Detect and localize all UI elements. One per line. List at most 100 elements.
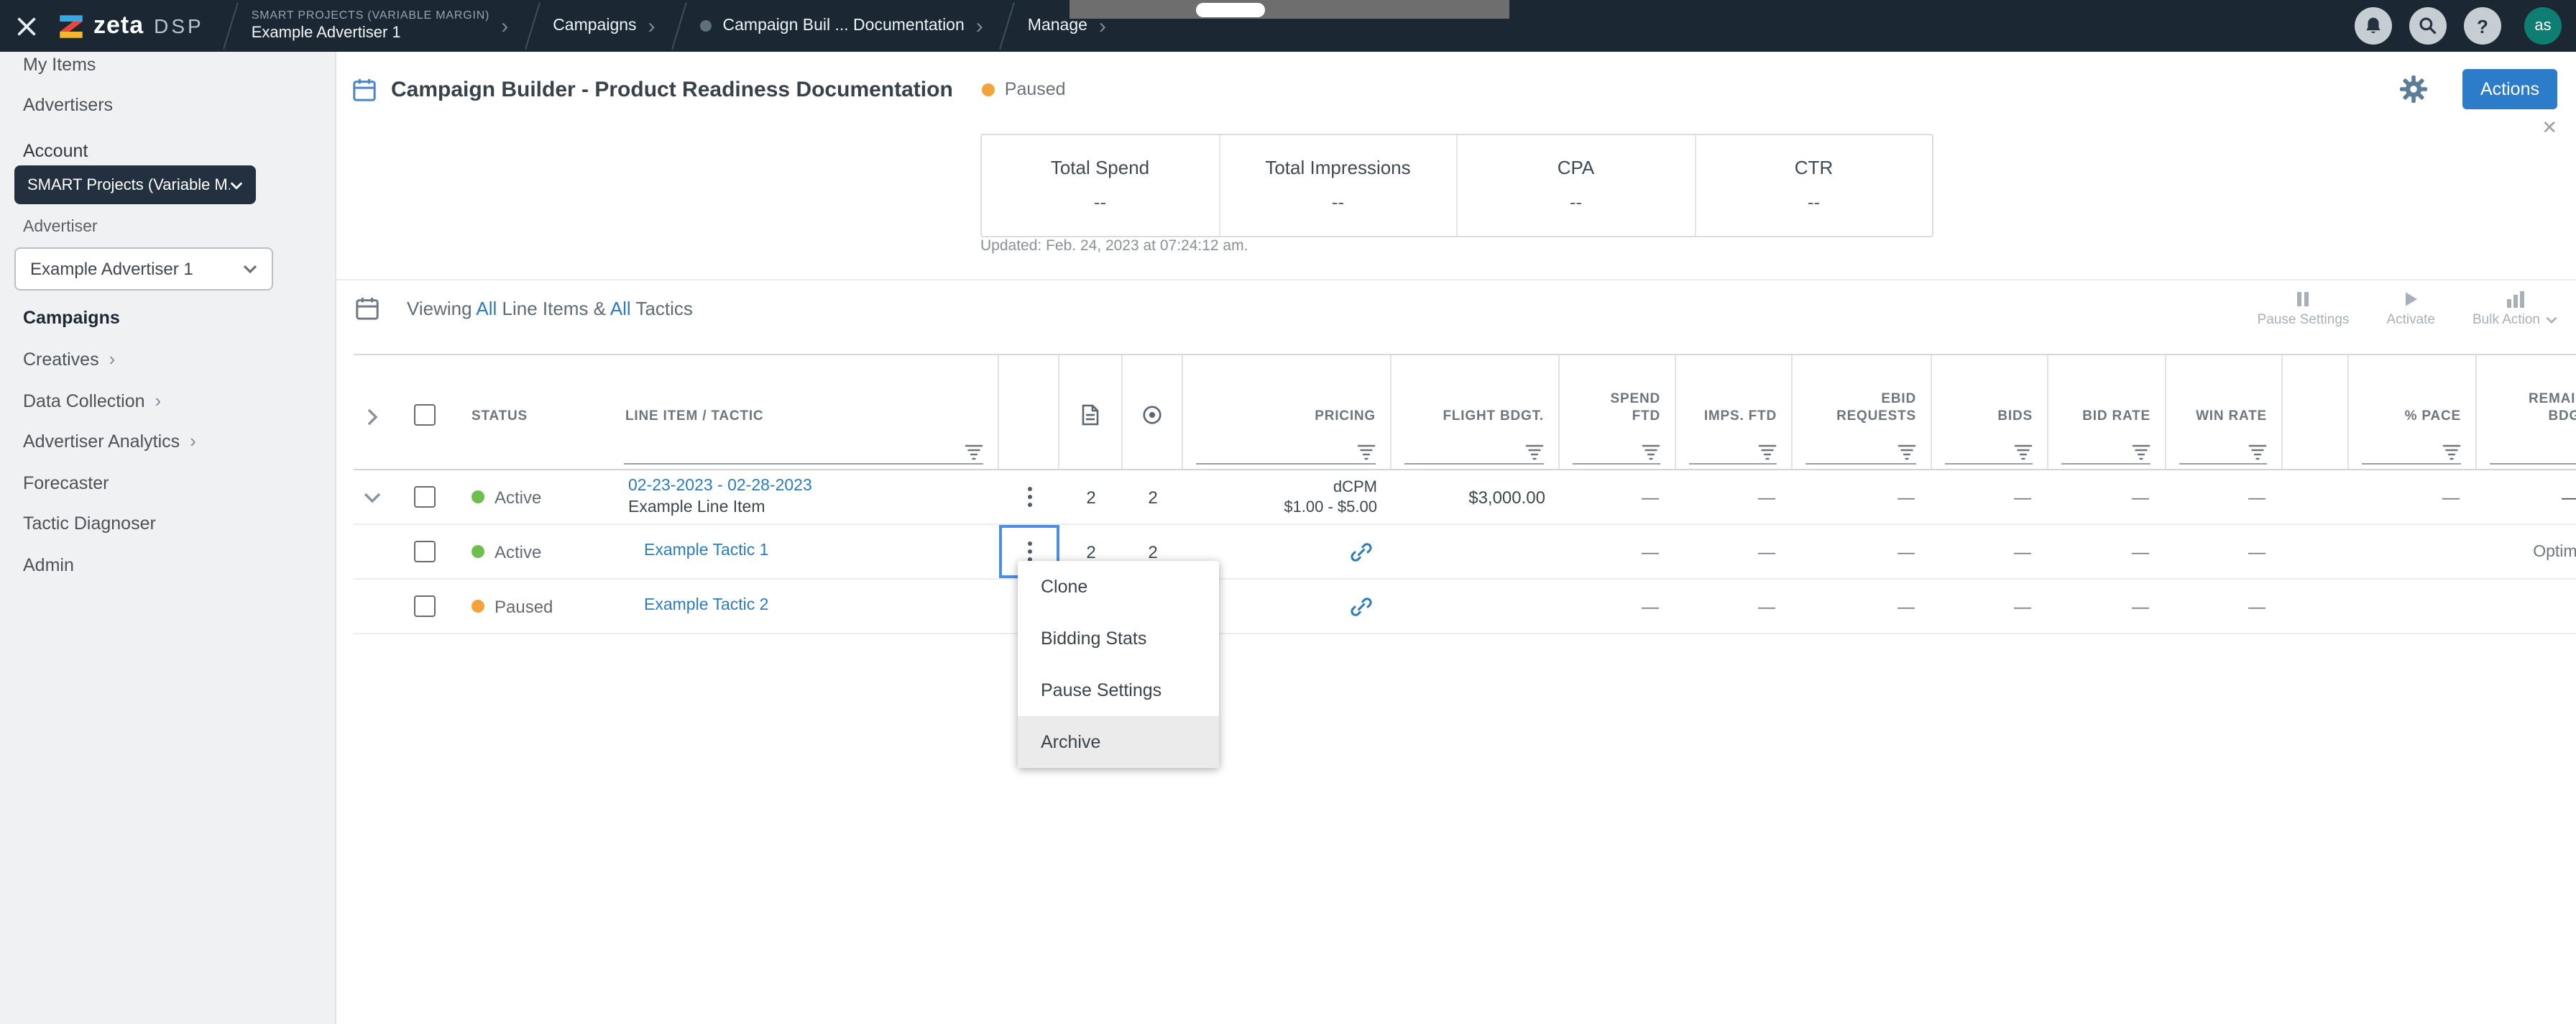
filter-icon[interactable] [1525, 444, 1544, 460]
filter-input[interactable] [2490, 440, 2576, 465]
tactic-name-link[interactable]: Example Tactic 1 [644, 541, 768, 562]
filter-icon[interactable] [1357, 444, 1376, 460]
row-select-cell [391, 580, 457, 633]
filter-input[interactable] [624, 440, 983, 465]
line-item-cell: 02-23-2023 - 02-28-2023 Example Line Item [611, 470, 999, 524]
user-avatar[interactable]: as [2524, 7, 2562, 45]
filter-icon[interactable] [2442, 444, 2461, 460]
chevron-right-icon: › [190, 430, 196, 452]
menu-item-bidding-stats[interactable]: Bidding Stats [1018, 613, 1219, 664]
filter-icon[interactable] [965, 444, 983, 460]
active-status-dot [472, 545, 484, 558]
filter-input[interactable] [2179, 440, 2267, 465]
header-line-item[interactable]: LINE ITEM / TACTIC [611, 355, 999, 436]
row-context-menu: Clone Bidding Stats Pause Settings Archi… [1018, 561, 1219, 768]
menu-item-clone[interactable]: Clone [1018, 561, 1219, 613]
activate-button[interactable]: Activate [2386, 291, 2435, 328]
breadcrumb-campaigns[interactable]: Campaigns [553, 17, 636, 35]
sidebar-item-my-items[interactable]: My Items [23, 55, 96, 75]
header-flight-budget[interactable]: FLIGHT BDGT. [1392, 355, 1560, 436]
sidebar-item-admin[interactable]: Admin [23, 555, 74, 575]
chevron-right-icon: › [109, 348, 116, 370]
tactic-name-link[interactable]: Example Tactic 2 [644, 595, 768, 617]
status-label: Active [494, 487, 542, 507]
status-cell: Active [457, 470, 611, 524]
row-checkbox[interactable] [413, 541, 435, 562]
viewing-mid: Line Items & [497, 298, 610, 319]
breadcrumb-advertiser[interactable]: SMART PROJECTS (VARIABLE MARGIN) Example… [252, 8, 489, 43]
notifications-button[interactable] [2355, 7, 2392, 45]
filter-icon[interactable] [1642, 444, 1660, 460]
all-line-items-link[interactable]: All [476, 298, 497, 319]
sidebar-item-tactic-diagnoser[interactable]: Tactic Diagnoser [23, 513, 156, 534]
menu-close-icon[interactable] [16, 15, 37, 37]
row-checkbox[interactable] [413, 595, 435, 617]
overlay-button[interactable] [1196, 2, 1265, 17]
product-name: DSP [154, 14, 204, 37]
filter-input[interactable] [1573, 440, 1660, 465]
search-button[interactable] [2409, 7, 2447, 45]
sidebar-item-data-collection[interactable]: Data Collection › [23, 390, 161, 411]
chevron-down-icon [243, 265, 257, 273]
header-win-rate[interactable]: WIN RATE [2166, 355, 2283, 436]
row-checkbox[interactable] [413, 486, 435, 508]
date-range-calendar-icon[interactable] [355, 296, 380, 321]
filter-icon[interactable] [2248, 444, 2267, 460]
header-row-menu [999, 355, 1059, 436]
header-line: FTD [1632, 408, 1660, 425]
gear-icon[interactable] [2399, 75, 2428, 104]
help-button[interactable]: ? [2464, 7, 2501, 45]
pause-settings-button[interactable]: Pause Settings [2258, 291, 2349, 328]
actions-button[interactable]: Actions [2462, 69, 2557, 109]
table-toolbar: Viewing All Line Items & All Tactics Pau… [336, 279, 2576, 337]
stat-label: CPA [1557, 157, 1595, 178]
filter-input[interactable] [1689, 440, 1777, 465]
header-pricing[interactable]: PRICING [1183, 355, 1392, 436]
header-remaining-budget[interactable]: REMAININGBDGT. [2477, 355, 2576, 436]
filter-icon[interactable] [1758, 444, 1777, 460]
menu-item-archive[interactable]: Archive [1018, 716, 1219, 768]
account-select[interactable]: SMART Projects (Variable M... [14, 165, 256, 204]
filter-input[interactable] [2061, 440, 2150, 465]
header-pace[interactable]: % PACE [2349, 355, 2477, 436]
expand-all-cell[interactable] [354, 355, 391, 436]
table-filter-row [354, 436, 2576, 470]
filter-input[interactable] [1404, 440, 1544, 465]
sidebar-item-advertisers[interactable]: Advertisers [23, 95, 113, 115]
bulk-toolbar-buttons: Pause Settings Activate Bulk Action [2258, 280, 2557, 338]
filter-input[interactable] [2362, 440, 2461, 465]
win-rate-cell: — [2248, 596, 2266, 616]
all-tactics-link[interactable]: All [610, 298, 631, 319]
sidebar: My Items Advertisers Account SMART Proje… [0, 52, 336, 1024]
filter-icon[interactable] [1898, 444, 1916, 460]
bulk-action-button[interactable]: Bulk Action [2472, 291, 2557, 328]
header-bids[interactable]: BIDS [1932, 355, 2048, 436]
sidebar-item-advertiser-analytics[interactable]: Advertiser Analytics › [23, 430, 196, 452]
row-menu-button[interactable] [999, 470, 1059, 524]
bid-rate-cell: — [2132, 487, 2149, 507]
filter-input[interactable] [1196, 440, 1376, 465]
filter-icon[interactable] [2014, 444, 2033, 460]
row-expand-cell[interactable] [354, 470, 391, 524]
sidebar-item-creatives[interactable]: Creatives › [23, 348, 115, 370]
line-item-dates-link[interactable]: 02-23-2023 - 02-28-2023 [628, 475, 812, 497]
header-spend-ftd[interactable]: SPEND FTD [1560, 355, 1676, 436]
header-bid-rate[interactable]: BID RATE [2048, 355, 2166, 436]
sidebar-item-campaigns[interactable]: Campaigns [23, 308, 120, 328]
menu-item-pause-settings[interactable]: Pause Settings [1018, 664, 1219, 716]
close-stats-icon[interactable]: ✕ [2542, 118, 2557, 137]
filter-input[interactable] [1945, 440, 2033, 465]
filter-input[interactable] [1806, 440, 1916, 465]
breadcrumb-manage[interactable]: Manage [1028, 17, 1087, 35]
paused-status-dot [981, 83, 995, 96]
advertiser-select[interactable]: Example Advertiser 1 [14, 247, 273, 291]
header-ebid-requests[interactable]: EBID REQUESTS [1793, 355, 1932, 436]
filter-icon[interactable] [2132, 444, 2150, 460]
header-imps-ftd[interactable]: IMPS. FTD [1676, 355, 1793, 436]
active-status-dot [472, 490, 484, 503]
sidebar-item-forecaster[interactable]: Forecaster [23, 473, 109, 493]
select-all-checkbox[interactable] [413, 404, 435, 426]
overlay-bar [1070, 0, 1509, 19]
breadcrumb-campaign[interactable]: Campaign Buil ... Documentation [723, 17, 965, 35]
header-status[interactable]: STATUS [457, 355, 611, 436]
